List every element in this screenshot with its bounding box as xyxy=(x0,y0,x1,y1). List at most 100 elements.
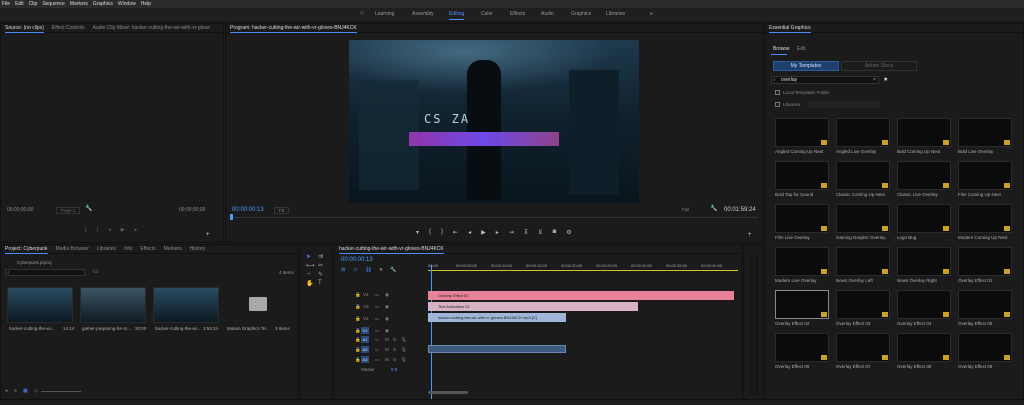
eg-template-item[interactable]: Overlay Effect 08 xyxy=(897,333,951,372)
workspace-graphics[interactable]: Graphics xyxy=(571,11,591,17)
eg-template-item[interactable]: Film Live Overlay xyxy=(775,204,829,243)
lock-icon[interactable]: 🔒 xyxy=(355,328,361,334)
eg-template-item[interactable]: Bold Coming Up Next xyxy=(897,118,951,157)
track-select-tool-icon[interactable]: ⇉ xyxy=(318,253,328,260)
eg-template-thumbnail[interactable] xyxy=(958,247,1012,276)
eg-tab-browse[interactable]: Browse xyxy=(773,46,790,52)
timeline-scrollbar[interactable] xyxy=(428,391,468,394)
eye-icon[interactable]: ◉ xyxy=(385,316,389,322)
eg-template-thumbnail[interactable] xyxy=(897,247,951,276)
sync-lock-icon[interactable]: ▭ xyxy=(375,328,379,334)
libraries-checkbox[interactable] xyxy=(775,102,780,107)
pen-tool-icon[interactable]: ✎ xyxy=(318,271,328,278)
eg-template-thumbnail[interactable] xyxy=(958,333,1012,362)
eg-template-item[interactable]: Bold Live Overlay xyxy=(958,118,1012,157)
program-playhead[interactable] xyxy=(230,214,233,220)
program-video-frame[interactable]: CS ZA xyxy=(349,40,639,203)
extract-icon[interactable]: ⊻ xyxy=(538,229,542,236)
track-label[interactable]: V1 xyxy=(361,327,369,334)
tab-markers[interactable]: Markers xyxy=(164,246,182,252)
workspace-audio[interactable]: Audio xyxy=(541,11,554,17)
menu-graphics[interactable]: Graphics xyxy=(93,1,113,7)
eg-template-thumbnail[interactable] xyxy=(958,118,1012,147)
program-fit-select[interactable]: Fit xyxy=(274,207,289,214)
step-back-icon[interactable]: ◂ xyxy=(108,227,111,237)
linked-selection-icon[interactable]: ⛓ xyxy=(365,267,371,273)
eg-template-item[interactable]: Overlay Effect 01 xyxy=(958,247,1012,286)
timeline-settings-icon[interactable]: 🔧 xyxy=(390,267,396,273)
tab-project[interactable]: Project: Cyberpunk xyxy=(5,246,48,254)
mic-icon[interactable]: 🎙 xyxy=(401,347,407,353)
menu-help[interactable]: Help xyxy=(141,1,151,7)
tab-audio-clip-mixer[interactable]: Audio Clip Mixer: hacker-cutting-the-wir… xyxy=(93,25,210,31)
eg-search-box[interactable]: ⌕ × xyxy=(771,76,879,84)
step-forward-icon[interactable]: ▸ xyxy=(135,227,138,237)
eg-template-item[interactable]: Modern Coming Up Next xyxy=(958,204,1012,243)
lock-icon[interactable]: 🔒 xyxy=(355,357,361,363)
track-label[interactable]: A1 xyxy=(361,336,369,343)
clear-search-icon[interactable]: × xyxy=(873,77,876,83)
zoom-slider[interactable] xyxy=(41,391,81,392)
tab-history[interactable]: History xyxy=(190,246,206,252)
eg-template-item[interactable]: Gaming Graphic Overlay xyxy=(836,204,890,243)
mic-icon[interactable]: 🎙 xyxy=(401,337,407,343)
workspace-color[interactable]: Color xyxy=(481,11,493,17)
sync-lock-icon[interactable]: ▭ xyxy=(375,304,379,310)
lock-icon[interactable]: 🔒 xyxy=(355,292,361,298)
timeline-tab[interactable]: hacker-cutting-the-wir-with-vr-gloves-BN… xyxy=(339,246,444,254)
eg-template-thumbnail[interactable] xyxy=(775,290,829,319)
program-resolution-select[interactable]: Full xyxy=(682,207,689,212)
track-label[interactable]: A2 xyxy=(361,346,369,353)
eg-template-thumbnail[interactable] xyxy=(775,204,829,233)
go-to-out-icon[interactable]: ⇥ xyxy=(509,229,514,236)
solo-button[interactable]: S xyxy=(393,347,396,352)
eg-template-thumbnail[interactable] xyxy=(836,290,890,319)
list-view-icon[interactable]: ≡ xyxy=(14,388,17,394)
menu-sequence[interactable]: Sequence xyxy=(42,1,65,7)
menu-edit[interactable]: Edit xyxy=(15,1,24,7)
eg-template-item[interactable]: Classic Live Overlay xyxy=(897,161,951,200)
eg-template-item[interactable]: Modern Live Overlay xyxy=(775,247,829,286)
timeline-playhead[interactable] xyxy=(431,265,432,399)
eg-title[interactable]: Essential Graphics xyxy=(769,25,811,33)
add-marker-icon[interactable]: ▾ xyxy=(380,267,383,273)
eg-template-thumbnail[interactable] xyxy=(958,204,1012,233)
work-area-bar[interactable] xyxy=(428,270,738,271)
source-timecode-left[interactable]: 00;00;00;00 xyxy=(7,207,33,213)
step-back-icon[interactable]: ◂ xyxy=(468,229,471,236)
home-icon[interactable]: ⌂ xyxy=(360,10,364,16)
clip-overlay-effect[interactable]: Overlay Effect 02 xyxy=(428,291,734,300)
mute-button[interactable]: M xyxy=(385,337,389,342)
mute-button[interactable]: M xyxy=(385,347,389,352)
eg-template-thumbnail[interactable] xyxy=(897,333,951,362)
wrench-icon[interactable]: 🔧 xyxy=(710,206,717,212)
tab-libraries[interactable]: Libraries xyxy=(97,246,116,252)
eg-template-thumbnail[interactable] xyxy=(775,333,829,362)
slip-tool-icon[interactable]: ⇔ xyxy=(306,271,316,278)
eg-template-item[interactable]: Overlay Effect 03 xyxy=(836,290,890,329)
workspace-assembly[interactable]: Assembly xyxy=(412,11,434,17)
libraries-select[interactable] xyxy=(807,101,879,108)
mute-button[interactable]: M xyxy=(385,357,389,362)
tab-effect-controls[interactable]: Effect Controls xyxy=(52,25,85,31)
sync-lock-icon[interactable]: ▭ xyxy=(375,316,379,322)
sync-lock-icon[interactable]: ▭ xyxy=(375,337,379,343)
sync-lock-icon[interactable]: ▭ xyxy=(375,292,379,298)
workspace-editing[interactable]: Editing xyxy=(449,11,465,20)
clip-audio-main[interactable] xyxy=(428,345,566,353)
eg-template-item[interactable]: Bold Tap for Sound xyxy=(775,161,829,200)
eg-template-item[interactable]: Classic Coming Up Next xyxy=(836,161,890,200)
eg-template-item[interactable]: Overlay Effect 07 xyxy=(836,333,890,372)
local-folder-checkbox[interactable] xyxy=(775,90,780,95)
tab-effects[interactable]: Effects xyxy=(140,246,155,252)
eg-template-thumbnail[interactable] xyxy=(836,161,890,190)
mark-in-icon[interactable]: { xyxy=(85,227,87,237)
eg-template-item[interactable]: Overlay Effect 04 xyxy=(897,290,951,329)
program-scrubber[interactable] xyxy=(230,217,758,218)
eg-template-thumbnail[interactable] xyxy=(775,118,829,147)
export-frame-icon[interactable]: ◙ xyxy=(553,229,557,236)
mark-out-icon[interactable]: } xyxy=(97,227,99,237)
eg-template-thumbnail[interactable] xyxy=(836,247,890,276)
wrench-icon[interactable]: 🔧 xyxy=(85,206,92,212)
eg-template-item[interactable]: Overlay Effect 05 xyxy=(958,290,1012,329)
